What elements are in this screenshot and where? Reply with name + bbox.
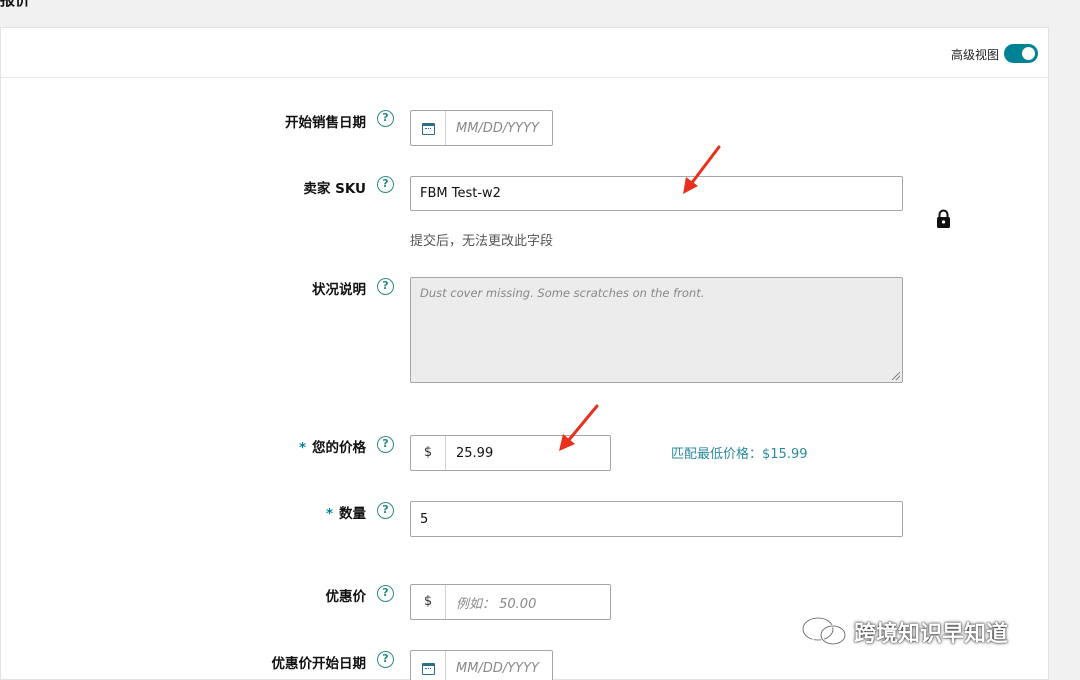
start-date-field[interactable]: MM/DD/YYYY [410,110,553,146]
help-icon[interactable]: ? [377,585,394,602]
price-value: 25.99 [456,445,494,461]
start-date-placeholder: MM/DD/YYYY [456,120,539,136]
start-date-label: 开始销售日期 [285,115,366,131]
help-icon[interactable]: ? [377,278,394,295]
price-label-text: 您的价格 [312,440,366,456]
sale-start-date-placeholder: MM/DD/YYYY [456,660,539,676]
help-icon[interactable]: ? [377,110,394,127]
lock-icon [937,209,950,228]
help-icon[interactable]: ? [377,502,394,519]
quantity-label-text: 数量 [339,506,366,522]
annotation-arrow [683,145,721,194]
sale-price-placeholder: 例如： 50.00 [456,596,537,612]
condition-label: 状况说明 [312,282,366,298]
toggle-knob [1022,47,1035,60]
currency-addon: $ [411,585,446,619]
calendar-icon [422,123,435,135]
match-lowest-price-link[interactable]: 匹配最低价格：$15.99 [671,443,808,462]
sku-label: 卖家 SKU [303,181,366,197]
calendar-icon [422,663,435,675]
sale-price-label: 优惠价 [325,589,367,605]
currency-addon: $ [411,436,446,470]
sku-value: FBM Test-w2 [420,186,501,201]
sale-start-date-field[interactable]: MM/DD/YYYY [410,650,553,680]
required-mark: * [325,506,333,522]
section-title: 报价 [0,0,31,9]
quantity-input[interactable]: 5 [410,501,903,537]
offer-form-panel: 高级视图 开始销售日期 ? MM/DD/YYYY 卖家 SKU ? FBM Te… [0,27,1049,680]
chat-bubbles-icon [801,616,847,648]
condition-textarea[interactable]: Dust cover missing. Some scratches on th… [410,277,903,383]
help-icon[interactable]: ? [377,436,394,453]
annotation-arrow [559,404,599,451]
sku-note: 提交后，无法更改此字段 [410,234,554,249]
advanced-view-label: 高级视图 [951,48,1000,62]
sku-input[interactable]: FBM Test-w2 [410,176,903,211]
watermark-text: 跨境知识早知道 [854,622,1009,647]
condition-placeholder: Dust cover missing. Some scratches on th… [420,286,705,300]
panel-header: 高级视图 [1,28,1048,78]
price-label: * 您的价格 [299,436,366,456]
quantity-label: * 数量 [326,502,366,522]
required-mark: * [298,440,306,456]
sale-start-date-label: 优惠价开始日期 [271,656,367,672]
help-icon[interactable]: ? [377,176,394,193]
listing-offer-page: 报价 高级视图 开始销售日期 ? MM/DD/YYYY 卖家 SKU ? FBM… [0,0,1080,680]
quantity-value: 5 [420,511,429,527]
resize-handle[interactable] [892,372,900,380]
calendar-button[interactable] [411,651,446,680]
sale-price-input[interactable]: $ 例如： 50.00 [410,584,611,620]
section-title-strip: 报价 [0,0,1080,27]
advanced-view-toggle[interactable] [1004,44,1038,63]
calendar-button[interactable] [411,111,446,145]
help-icon[interactable]: ? [377,651,394,668]
watermark: 跨境知识早知道 [800,612,1008,652]
